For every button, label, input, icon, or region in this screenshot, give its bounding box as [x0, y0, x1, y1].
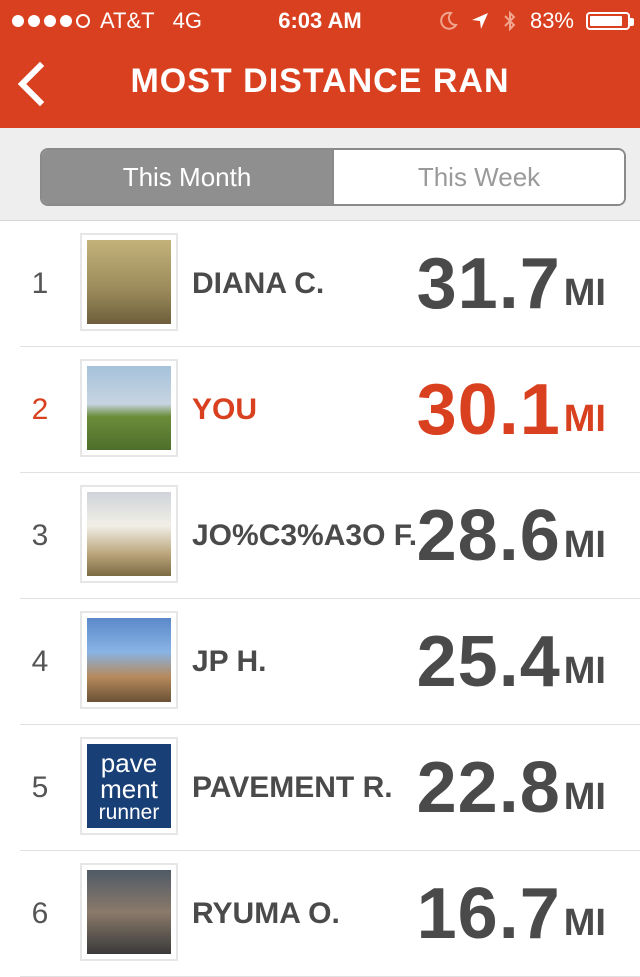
runner-name: DIANA C. — [192, 266, 325, 300]
avatar — [80, 359, 178, 457]
runner-name: JO%C3%A3O F. — [192, 518, 418, 552]
status-bar: AT&T 4G 6:03 AM 83% — [0, 0, 640, 40]
rank-number: 6 — [31, 896, 49, 930]
runner-name: RYUMA O. — [192, 896, 340, 930]
leaderboard-row-self[interactable]: 2 YOU 30.1 MI — [20, 347, 640, 473]
distance-value: 30.1 MI — [417, 347, 606, 472]
logo-text-line: ment — [100, 773, 158, 804]
logo-text-line: pave — [100, 747, 158, 778]
rank-number: 2 — [31, 392, 49, 426]
distance-unit: MI — [563, 524, 606, 566]
distance-value: 25.4 MI — [417, 599, 606, 724]
page-title: MOST DISTANCE RAN — [130, 62, 510, 100]
avatar — [80, 863, 178, 961]
period-segmented-control: This Month This Week — [40, 148, 626, 206]
leaderboard-row[interactable]: 6 RYUMA O. 16.7 MI — [20, 851, 640, 977]
runner-name: PAVEMENT R. — [192, 770, 393, 804]
leaderboard-row[interactable]: 3 JO%C3%A3O F. 28.6 MI — [20, 473, 640, 599]
location-arrow-icon — [471, 13, 488, 29]
leaderboard-row[interactable]: 1 DIANA C. 31.7 MI — [20, 221, 640, 347]
distance-number: 28.6 — [416, 495, 561, 576]
leaderboard-list: 1 DIANA C. 31.7 MI 2 YOU 30.1 MI 3 JO%C3… — [0, 221, 640, 977]
avatar — [80, 233, 178, 331]
distance-number: 30.1 — [416, 369, 561, 450]
distance-number: 22.8 — [416, 747, 561, 828]
runner-name: YOU — [192, 392, 258, 426]
avatar: pave ment runner — [80, 737, 178, 835]
avatar — [80, 485, 178, 583]
tab-this-week[interactable]: This Week — [332, 150, 624, 204]
rank-number: 5 — [31, 770, 49, 804]
rank-number: 3 — [31, 518, 49, 552]
distance-value: 28.6 MI — [417, 473, 606, 598]
distance-number: 25.4 — [416, 621, 561, 702]
logo-text-line: runner — [98, 800, 160, 824]
leaderboard-row[interactable]: 5 pave ment runner PAVEMENT R. 22.8 MI — [20, 725, 640, 851]
avatar — [80, 611, 178, 709]
app-header: AT&T 4G 6:03 AM 83% MOST DISTANCE RAN — [0, 0, 640, 128]
distance-unit: MI — [563, 776, 606, 818]
battery-percent: 83% — [529, 8, 574, 33]
battery-icon — [586, 12, 634, 30]
nav-bar: MOST DISTANCE RAN — [0, 40, 640, 128]
distance-value: 31.7 MI — [417, 221, 606, 346]
rank-number: 1 — [31, 266, 49, 300]
rank-number: 4 — [31, 644, 49, 678]
distance-unit: MI — [563, 902, 606, 944]
distance-number: 31.7 — [416, 243, 561, 324]
runner-name: JP H. — [192, 644, 267, 678]
segment-bar: This Month This Week — [0, 128, 640, 221]
moon-icon — [440, 11, 458, 30]
pavement-runner-logo: pave ment runner — [87, 744, 171, 828]
distance-unit: MI — [563, 272, 606, 314]
distance-number: 16.7 — [416, 873, 561, 954]
leaderboard-row[interactable]: 4 JP H. 25.4 MI — [20, 599, 640, 725]
tab-this-month[interactable]: This Month — [42, 150, 332, 204]
distance-unit: MI — [563, 650, 606, 692]
distance-value: 16.7 MI — [417, 851, 606, 976]
bluetooth-icon — [504, 10, 516, 32]
distance-unit: MI — [563, 398, 606, 440]
distance-value: 22.8 MI — [417, 725, 606, 850]
status-right: 83% — [438, 8, 634, 34]
